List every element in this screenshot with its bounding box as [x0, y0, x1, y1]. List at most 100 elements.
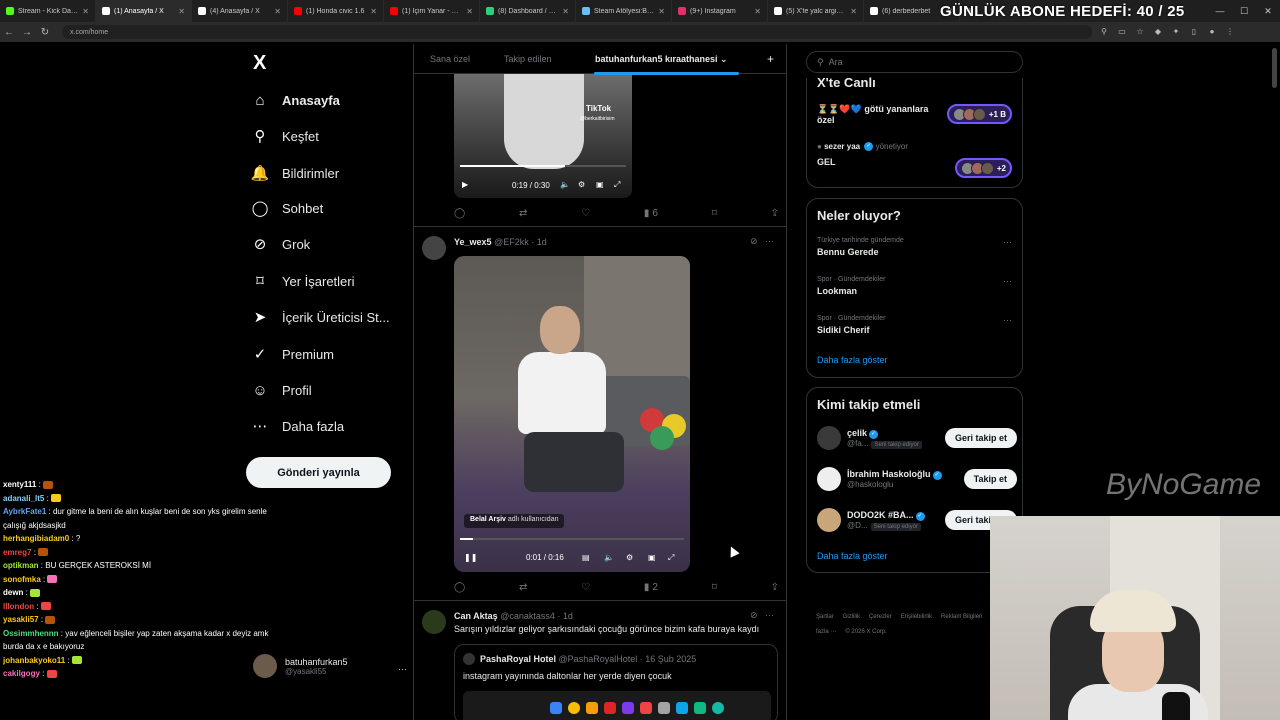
file-explorer-icon[interactable] — [586, 702, 598, 714]
chat-username[interactable]: lllondon — [3, 602, 34, 611]
more-icon[interactable]: ··· — [1003, 315, 1012, 325]
footer-link[interactable]: Şartlar — [816, 614, 834, 620]
post-video-1[interactable]: TikTok @berkaitbirisim ▶ 0:19 / 0:30 🔈 ⚙… — [454, 74, 632, 198]
more-icon[interactable]: ··· — [765, 610, 774, 620]
post-time[interactable]: · 1d — [531, 237, 547, 247]
tab-close-icon[interactable]: ✕ — [850, 7, 857, 16]
play-icon[interactable]: ▶ — [462, 180, 468, 189]
forward-icon[interactable]: → — [18, 27, 36, 38]
more-icon[interactable]: ··· — [1003, 276, 1012, 286]
x-logo[interactable]: X — [253, 52, 266, 75]
app-icon[interactable] — [622, 702, 634, 714]
show-more-follow-link[interactable]: Daha fazla göster — [817, 551, 888, 561]
back-icon[interactable]: ← — [0, 27, 18, 38]
follow-suggestion[interactable]: DODO2K #BA... ✓ @D... Seni takip ediyor Ge… — [817, 508, 1017, 532]
app-icon[interactable] — [640, 702, 652, 714]
pip-icon[interactable]: ▣ — [648, 553, 656, 562]
minimize-icon[interactable]: — — [1208, 0, 1232, 22]
live-listeners-pill[interactable]: +1 B — [946, 104, 1012, 124]
nav-item[interactable]: ➤ İçerik Üreticisi St... — [251, 305, 390, 329]
pause-icon[interactable]: ❚❚ — [464, 553, 477, 562]
settings-icon[interactable]: ⚙ — [626, 553, 633, 562]
follow-suggestion[interactable]: çelik ✓ @fa... Seni takip ediyor Geri taki… — [817, 426, 1017, 450]
chat-username[interactable]: adanali_lt5 — [3, 494, 44, 503]
reply-icon[interactable]: ◯ — [454, 208, 465, 219]
share-icon[interactable]: ⇪ — [771, 208, 779, 219]
chat-username[interactable]: yasakli57 — [3, 615, 39, 624]
video-progress-bar[interactable] — [460, 538, 684, 540]
follow-button[interactable]: Takip et — [963, 469, 1017, 489]
footer-link[interactable]: Erişilebilirlik — [901, 614, 932, 620]
app-icon[interactable] — [712, 702, 724, 714]
account-more-icon[interactable]: ··· — [398, 664, 407, 674]
follow-suggestion[interactable]: İbrahim Haskoloğlu ✓ @haskologlu Takip et — [817, 467, 1017, 491]
browser-tab[interactable]: (1) Honda civic 1.6 ✕ — [288, 0, 384, 22]
tab-close-icon[interactable]: ✕ — [274, 7, 281, 16]
maximize-icon[interactable]: ☐ — [1232, 0, 1256, 22]
video-progress-bar[interactable] — [460, 165, 626, 167]
extensions-puzzle-icon[interactable]: ✦ — [1170, 27, 1182, 37]
tab-community[interactable]: batuhanfurkan5 kıraathanesi ⌄ — [595, 54, 728, 65]
menu-dots-icon[interactable]: ⋮ — [1224, 27, 1236, 37]
tab-close-icon[interactable]: ✕ — [370, 7, 377, 16]
footer-link[interactable]: Gizlilik — [843, 614, 860, 620]
chat-username[interactable]: xenty111 — [3, 480, 36, 489]
tab-following[interactable]: Takip edilen — [504, 54, 552, 64]
share-icon[interactable]: ⇪ — [771, 582, 779, 593]
like-icon[interactable]: ♡ — [581, 208, 590, 219]
live-space-1[interactable]: ⏳⏳❤️💙 götü yananlara özel — [817, 104, 937, 125]
reload-icon[interactable]: ↻ — [36, 27, 54, 38]
views-button[interactable]: ▮ 2 — [644, 582, 658, 593]
nav-item[interactable]: ⌂ Anasayfa — [251, 88, 339, 112]
chat-username[interactable]: emreg7 — [3, 548, 31, 557]
browser-tab[interactable]: (9+) Instagram ✕ — [672, 0, 768, 22]
browser-tab[interactable]: (8) Dashboard / Stream ✕ — [480, 0, 576, 22]
page-scrollbar[interactable] — [1272, 48, 1277, 88]
profile-avatar-icon[interactable]: ● — [1206, 27, 1218, 37]
pip-icon[interactable]: ▣ — [596, 180, 604, 189]
app-icon[interactable] — [676, 702, 688, 714]
volume-icon[interactable]: 🔈 — [560, 180, 570, 189]
repost-icon[interactable]: ⇄ — [519, 208, 527, 219]
url-field[interactable]: x.com/home — [62, 25, 1092, 39]
tab-for-you[interactable]: Sana özel — [430, 54, 470, 64]
show-more-trends-link[interactable]: Daha fazla göster — [817, 355, 888, 365]
sidebar-icon[interactable]: ▯ — [1188, 27, 1200, 37]
cast-icon[interactable]: ▭ — [1116, 27, 1128, 37]
footer-link[interactable]: Çerezler — [869, 614, 892, 620]
live-space-2[interactable]: ● sezer yaa ✓ yönetiyor GEL — [817, 142, 908, 167]
chat-username[interactable]: cakilgogy — [3, 669, 40, 678]
follow-back-button[interactable]: Geri takip et — [944, 428, 1017, 448]
xsplit-icon[interactable] — [604, 702, 616, 714]
nav-item[interactable]: ⚲ Keşfet — [251, 124, 319, 148]
author-name[interactable]: Ye_wex5 — [454, 237, 492, 247]
more-icon[interactable]: ··· — [1003, 237, 1012, 247]
tab-close-icon[interactable]: ✕ — [562, 7, 569, 16]
post-video-2[interactable]: Belal Arşiv adlı kullanıcıdan ❚❚ 0:01 / … — [454, 256, 690, 572]
browser-tab[interactable]: Stream - Kick Dashboard✕ — [0, 0, 96, 22]
video-credit[interactable]: Belal Arşiv adlı kullanıcıdan — [464, 514, 565, 528]
browser-tab[interactable]: (1) İçim Yanar - Şahin K ✕ — [384, 0, 480, 22]
post-time[interactable]: · 1d — [557, 611, 573, 621]
bookmark-icon[interactable]: ⌑ — [712, 208, 717, 219]
captions-icon[interactable]: ▤ — [582, 553, 590, 562]
fullscreen-icon[interactable]: ⤢ — [668, 553, 674, 563]
chat-username[interactable]: sonofmka — [3, 575, 41, 584]
browser-tab[interactable]: (4) Anasayfa / X ✕ — [192, 0, 288, 22]
browser-tab[interactable]: Steam Atölyesi:Batuha ✕ — [576, 0, 672, 22]
chat-username[interactable]: johanbakyoko11 — [3, 656, 65, 665]
trend-item[interactable]: Spor · Gündemdekiler Sidiki Cherif ··· — [817, 315, 1012, 335]
reply-icon[interactable]: ◯ — [454, 582, 465, 593]
trend-item[interactable]: Türkiye tarihinde gündemde Bennu Gerede … — [817, 237, 1012, 257]
browser-tab[interactable]: (5) X'te yalc argisi "de ✕ — [768, 0, 864, 22]
author-handle[interactable]: @EF2kk — [494, 237, 529, 247]
tab-close-icon[interactable]: ✕ — [754, 7, 761, 16]
fullscreen-icon[interactable]: ⤢ — [614, 180, 620, 190]
author-name[interactable]: Can Aktaş — [454, 611, 498, 621]
settings-icon[interactable]: ⚙ — [578, 180, 585, 189]
nav-item[interactable]: ☺ Profil — [251, 378, 311, 402]
views-button[interactable]: ▮ 6 — [644, 208, 658, 219]
tab-close-icon[interactable]: ✕ — [466, 7, 473, 16]
footer-link[interactable]: Reklam Bilgileri — [941, 614, 982, 620]
app-icon[interactable] — [658, 702, 670, 714]
